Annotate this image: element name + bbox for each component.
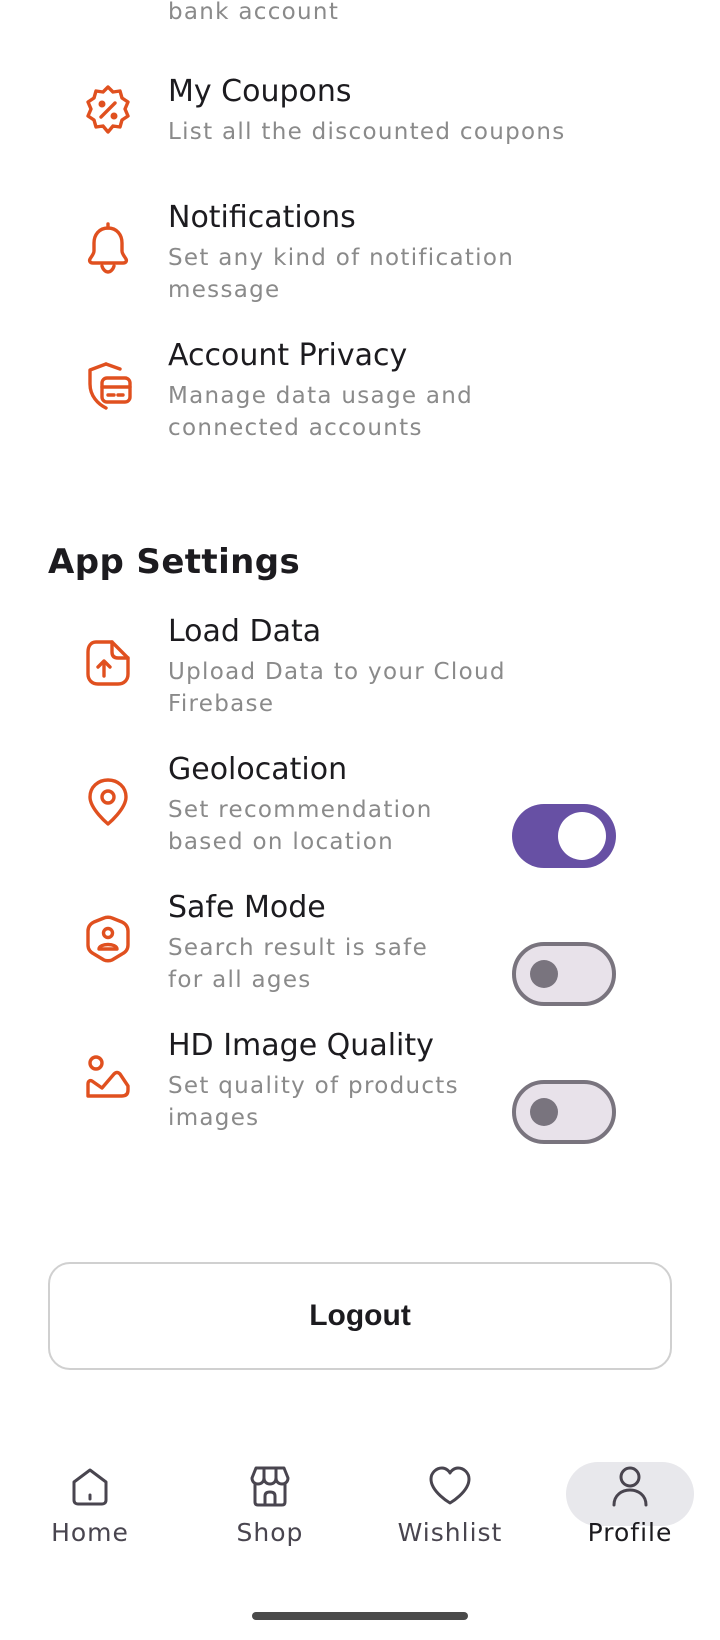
nav-label: Profile bbox=[587, 1518, 673, 1547]
user-icon bbox=[606, 1462, 654, 1510]
toggle-knob bbox=[530, 960, 558, 988]
settings-item-title: Notifications bbox=[168, 200, 356, 235]
home-icon bbox=[66, 1462, 114, 1510]
settings-item-subtitle: Set quality of products images bbox=[168, 1073, 459, 1131]
nav-label: Shop bbox=[236, 1518, 304, 1547]
heart-icon bbox=[426, 1462, 474, 1510]
security-card-icon bbox=[80, 358, 136, 414]
settings-item-subtitle: Search result is safe for all ages bbox=[168, 935, 429, 993]
shop-icon bbox=[246, 1462, 294, 1510]
location-pin-icon bbox=[80, 774, 136, 830]
toggle-knob bbox=[558, 812, 606, 860]
geolocation-toggle[interactable] bbox=[512, 804, 616, 868]
security-user-icon bbox=[80, 912, 136, 968]
settings-item-subtitle: Manage data usage and connected accounts bbox=[168, 383, 474, 441]
nav-item-wishlist[interactable]: Wishlist bbox=[360, 1440, 540, 1570]
nav-label: Wishlist bbox=[397, 1518, 503, 1547]
settings-item-subtitle: bank account bbox=[168, 0, 340, 25]
settings-item-title: HD Image Quality bbox=[168, 1028, 434, 1063]
nav-item-home[interactable]: Home bbox=[0, 1440, 180, 1570]
hd-image-quality-toggle[interactable] bbox=[512, 1080, 616, 1144]
safe-mode-toggle[interactable] bbox=[512, 942, 616, 1006]
settings-item-title: Safe Mode bbox=[168, 890, 326, 925]
nav-label: Home bbox=[51, 1518, 129, 1547]
settings-item-subtitle: Set any kind of notification message bbox=[168, 245, 515, 303]
nav-item-profile[interactable]: Profile bbox=[540, 1440, 720, 1570]
settings-item-title: Load Data bbox=[168, 614, 322, 649]
bell-icon bbox=[80, 220, 136, 276]
settings-item-title: Account Privacy bbox=[168, 338, 408, 373]
bottom-navigation-bar: Home Shop Wishlist Profile bbox=[0, 1440, 720, 1580]
document-upload-icon bbox=[80, 634, 136, 690]
settings-item-title: My Coupons bbox=[168, 74, 352, 109]
settings-item-subtitle: Upload Data to your Cloud Firebase bbox=[168, 659, 506, 717]
section-heading-app-settings: App Settings bbox=[48, 542, 301, 582]
nav-item-shop[interactable]: Shop bbox=[180, 1440, 360, 1570]
logout-button[interactable]: Logout bbox=[48, 1262, 672, 1370]
home-indicator[interactable] bbox=[252, 1612, 468, 1620]
gallery-icon bbox=[80, 1050, 136, 1106]
settings-item-subtitle: Set recommendation based on location bbox=[168, 797, 433, 855]
settings-item-subtitle: List all the discounted coupons bbox=[168, 119, 566, 145]
toggle-knob bbox=[530, 1098, 558, 1126]
discount-badge-icon bbox=[80, 82, 136, 138]
settings-item-title: Geolocation bbox=[168, 752, 348, 787]
